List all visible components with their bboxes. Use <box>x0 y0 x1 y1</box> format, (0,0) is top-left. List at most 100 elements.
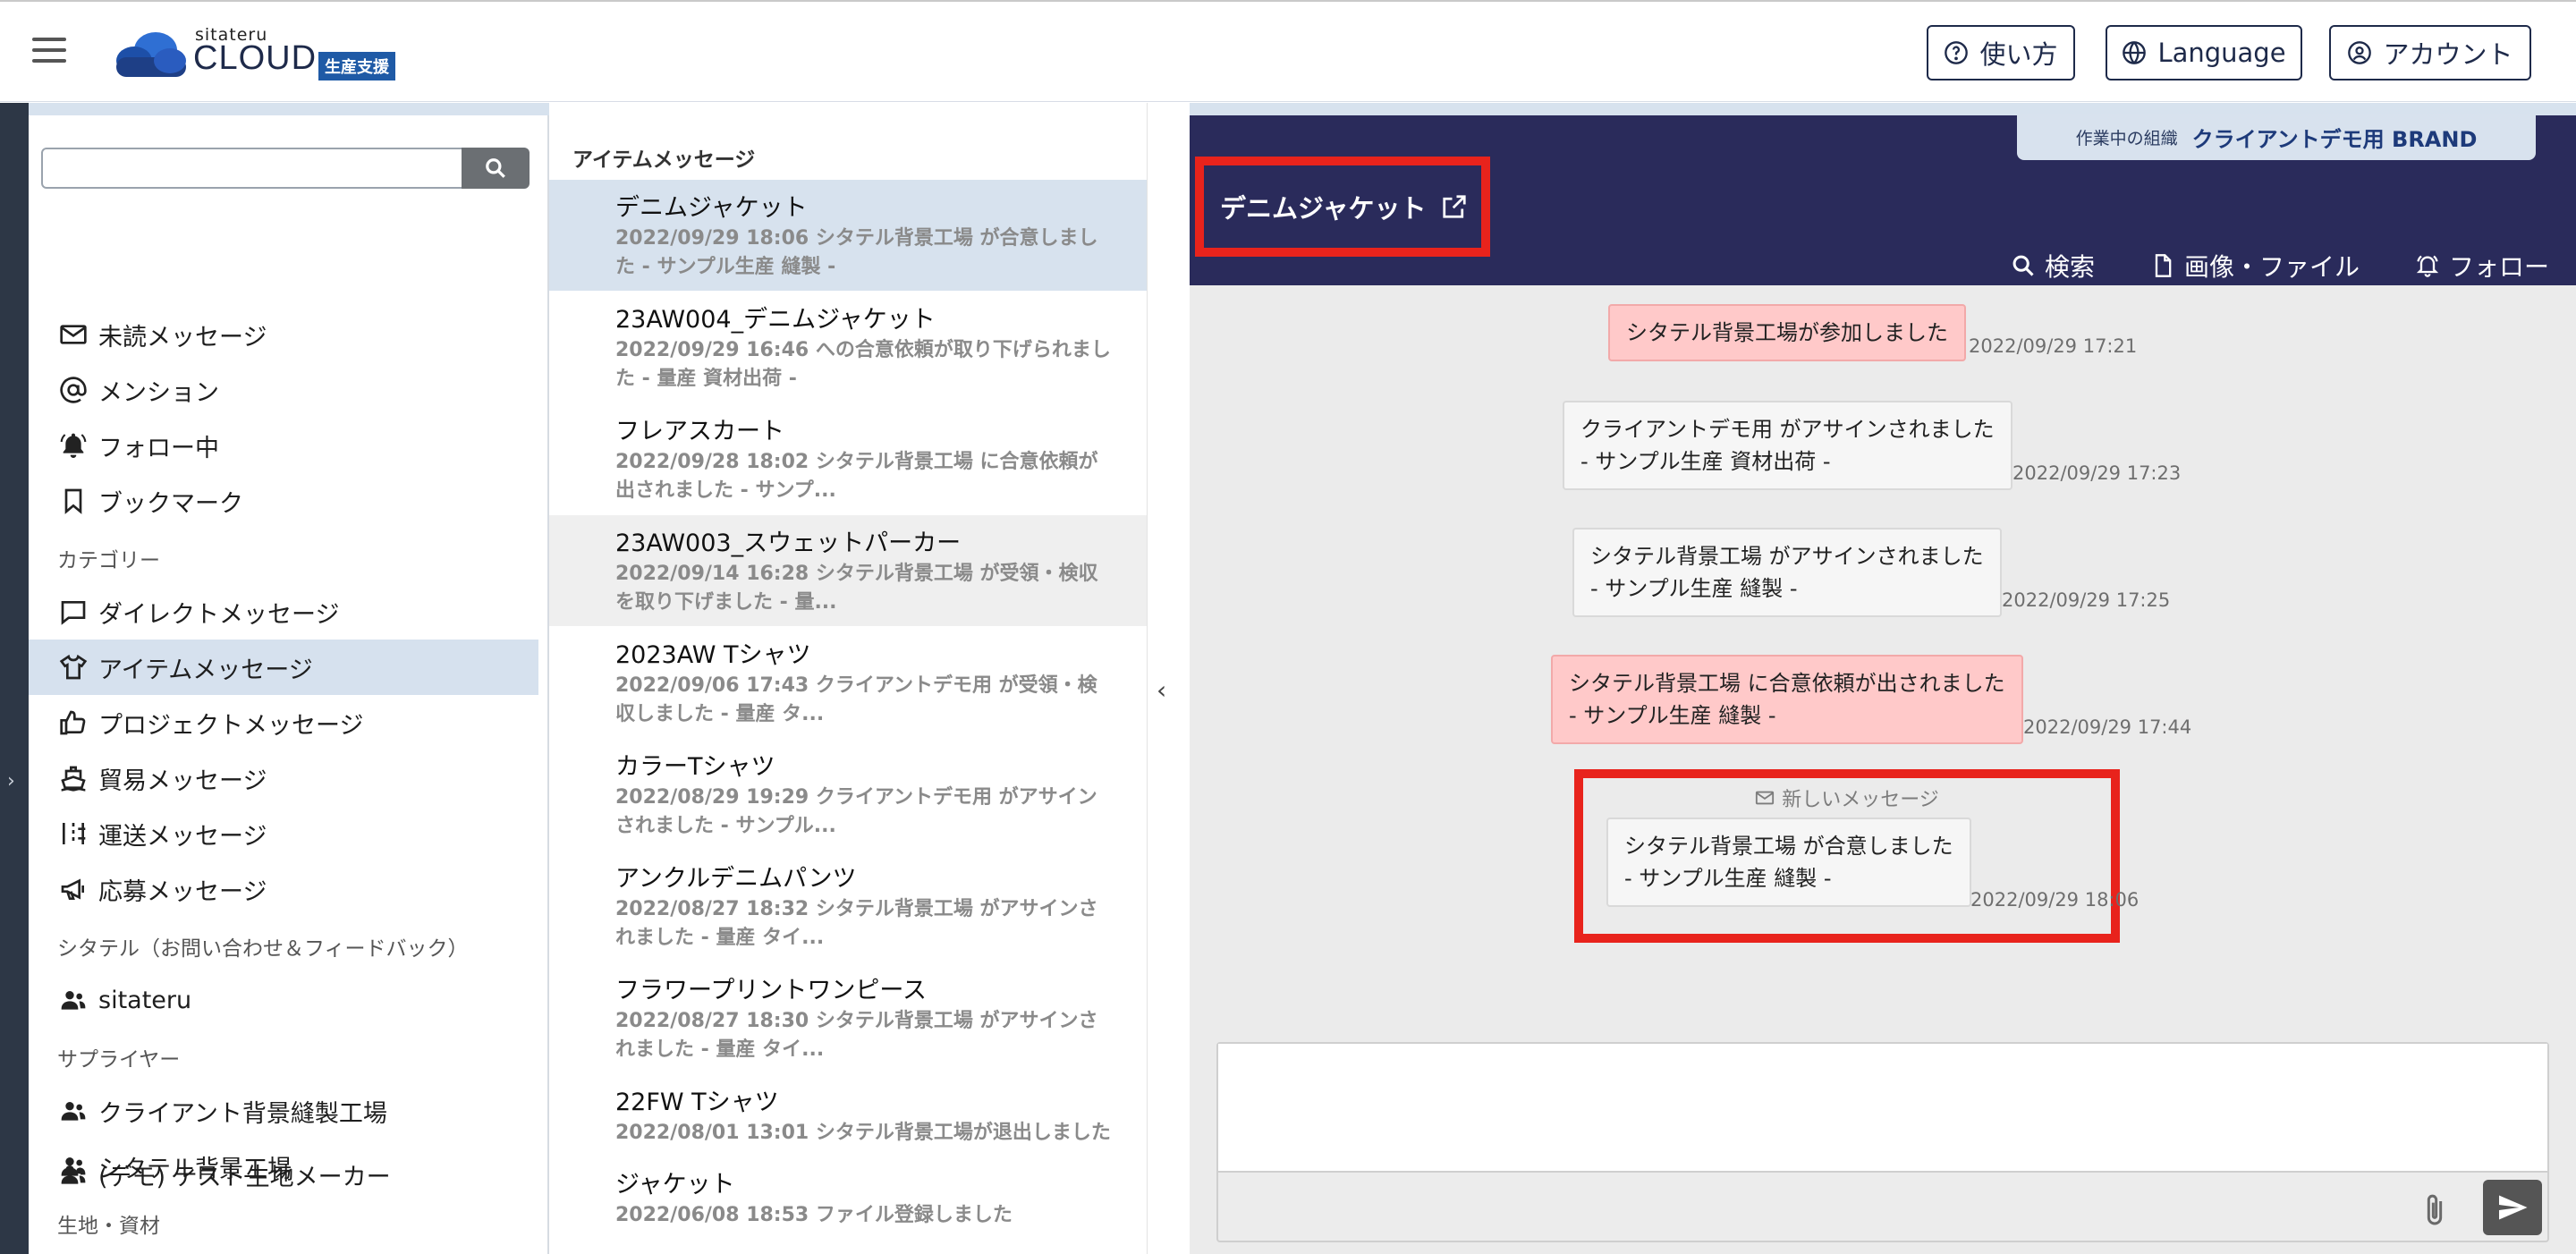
sidebar-top-bar <box>29 103 549 115</box>
list-item-title: 23AW004_デニムジャケット <box>615 306 936 334</box>
logo-badge: 生産支援 <box>318 52 395 80</box>
sidebar-item-bookmark[interactable]: ブックマーク <box>29 473 538 529</box>
chevron-right-icon[interactable]: › <box>7 770 15 792</box>
message-timestamp: 2022/09/29 17:25 <box>2002 589 2171 611</box>
users-icon <box>61 1102 86 1121</box>
message-input[interactable] <box>1218 1044 2547 1173</box>
send-icon <box>2499 1195 2528 1220</box>
list-item[interactable]: 2023AW Tシャツ 2022/09/06 17:43 クライアントデモ用 が… <box>549 627 1148 738</box>
list-item[interactable]: 23AW003_スウェットパーカー 2022/09/14 16:28 シタテル背… <box>549 515 1148 626</box>
supplier-heading: サプライヤー <box>57 1048 181 1072</box>
sidebar-item-label: アイテムメッセージ <box>98 656 313 684</box>
chat-message: シタテル背景工場が参加しました <box>1608 304 1966 361</box>
sidebar-item-label: クライアント背景縫製工場 <box>98 1099 387 1128</box>
list-collapse-handle[interactable]: ‹ <box>1147 103 1190 1254</box>
list-item[interactable]: カラーTシャツ 2022/08/29 19:29 クライアントデモ用 がアサイン… <box>549 739 1148 850</box>
sidebar-item-shipping-message[interactable]: 運送メッセージ <box>29 806 538 861</box>
sidebar-item-project-message[interactable]: プロジェクトメッセージ <box>29 695 538 750</box>
working-organization[interactable]: 作業中の組織 クライアントデモ用 BRAND <box>2017 114 2536 160</box>
message-text: シタテル背景工場が参加しました <box>1626 320 1948 345</box>
chat-files-button[interactable]: 画像・ファイル <box>2150 248 2360 284</box>
new-message-label: 新しいメッセージ <box>1782 789 1939 811</box>
sidebar-item-client-factory[interactable]: クライアント背景縫製工場 <box>29 1083 538 1139</box>
chat-message: シタテル背景工場 が合意しました - サンプル生産 縫製 - <box>1606 818 1971 907</box>
list-item-title: カラーTシャツ <box>615 753 775 781</box>
message-bubble: シタテル背景工場 がアサインされました - サンプル生産 縫製 - <box>1572 528 2002 617</box>
sidebar-item-trade-message[interactable]: 貿易メッセージ <box>29 750 538 806</box>
list-item[interactable]: フレアスカート 2022/09/28 18:02 シタテル背景工場 に合意依頼が… <box>549 403 1148 514</box>
message-text: シタテル背景工場 に合意依頼が出されました <box>1569 671 2005 696</box>
tshirt-icon <box>59 654 88 680</box>
list-item[interactable]: ジャケット 2022/06/08 18:53 ファイル登録しました <box>549 1157 1148 1246</box>
at-sign-icon <box>60 377 87 403</box>
list-item-title: アンクルデニムパンツ <box>615 865 857 893</box>
sidebar-item-following[interactable]: フォロー中 <box>29 418 538 473</box>
list-item-subtitle: 2022/09/14 16:28 シタテル背景工場 が受領・検収を取り下げました… <box>615 563 1098 614</box>
sidebar-item-item-message[interactable]: アイテムメッセージ <box>29 640 538 695</box>
chat-follow-button[interactable]: フォロー <box>2415 248 2549 284</box>
account-button-label: アカウント <box>2383 39 2513 70</box>
list-item[interactable]: アンクルデニムパンツ 2022/08/27 18:32 シタテル背景工場 がアサ… <box>549 851 1148 962</box>
message-composer <box>1216 1042 2549 1242</box>
speech-bubble-icon <box>61 601 86 625</box>
message-bubble: シタテル背景工場 が合意しました - サンプル生産 縫製 - <box>1606 818 1971 907</box>
route-icon <box>63 823 86 844</box>
chat-message: シタテル背景工場 に合意依頼が出されました - サンプル生産 縫製 - <box>1551 655 2023 744</box>
chat-search-button[interactable]: 検索 <box>2011 248 2095 284</box>
account-button[interactable]: アカウント <box>2329 25 2531 80</box>
message-timestamp: 2022/09/29 17:21 <box>1969 335 2138 357</box>
file-icon <box>2155 254 2172 277</box>
hamburger-menu-icon[interactable] <box>32 38 66 63</box>
sidebar-item-label: sitateru <box>98 986 192 1014</box>
list-item-subtitle: 2022/09/29 16:46 への合意依頼が取り下げられました - 量産 資… <box>615 339 1111 390</box>
sidebar-item-sitateru[interactable]: sitateru <box>29 972 538 1028</box>
sidebar: 未読メッセージ メンション フォロー中 ブックマーク カテゴリー ダイレクトメッ… <box>29 103 549 1254</box>
sidebar-item-test-fabric-maker[interactable]: (デモ) テスト生地メーカー <box>29 1147 538 1202</box>
list-item[interactable]: 23AW004_デニムジャケット 2022/09/29 16:46 への合意依頼… <box>549 292 1148 402</box>
chat-title[interactable]: デニムジャケット <box>1220 188 1427 225</box>
sidebar-item-application-message[interactable]: 応募メッセージ <box>29 861 538 917</box>
sidebar-item-unread[interactable]: 未読メッセージ <box>29 307 538 362</box>
list-item-subtitle: 2022/08/01 13:01 シタテル背景工場が退出しました <box>615 1122 1111 1144</box>
list-item-subtitle: 2022/08/27 18:32 シタテル背景工場 がアサインされました - 量… <box>615 898 1098 949</box>
sidebar-search-button[interactable] <box>462 148 530 189</box>
list-item-subtitle: 2022/08/27 18:30 シタテル背景工場 がアサインされました - 量… <box>615 1010 1098 1061</box>
external-link-icon[interactable] <box>1441 193 1468 220</box>
chat-pane: デニムジャケット 検索 画像・ファイル フォロー 作業中の組織 クライアントデモ… <box>1190 103 2576 1254</box>
sidebar-item-label: 貿易メッセージ <box>98 767 267 795</box>
help-button[interactable]: 使い方 <box>1927 25 2075 80</box>
list-item[interactable]: デニムジャケット 2022/09/29 18:06 シタテル背景工場 が合意しま… <box>549 180 1148 291</box>
list-item-title: 23AW003_スウェットパーカー <box>615 530 962 557</box>
message-text: - サンプル生産 資材出荷 - <box>1580 449 1831 474</box>
sidebar-item-mention[interactable]: メンション <box>29 362 538 418</box>
sidebar-item-label: フォロー中 <box>98 434 219 462</box>
sidebar-search <box>41 148 530 189</box>
sidebar-search-input[interactable] <box>41 148 463 189</box>
collapsed-left-strip[interactable]: › <box>0 103 29 1254</box>
new-message-divider: 新しいメッセージ <box>1583 784 2111 812</box>
chat-search-label: 検索 <box>2044 252 2095 282</box>
send-button[interactable] <box>2483 1180 2542 1235</box>
attach-button[interactable] <box>2417 1189 2453 1232</box>
users-icon <box>61 991 86 1010</box>
megaphone-icon <box>61 878 84 900</box>
language-button[interactable]: Language <box>2106 25 2302 80</box>
chevron-left-icon[interactable]: ‹ <box>1157 675 1166 705</box>
sidebar-item-label: 未読メッセージ <box>98 323 267 352</box>
support-heading: シタテル（お問い合わせ＆フィードバック） <box>57 937 469 961</box>
sitateru-cloud-logo[interactable]: sitateru CLOUD 生産支援 <box>111 25 415 80</box>
bell-ringing-icon <box>60 433 87 458</box>
list-item-subtitle: 2022/06/08 18:53 ファイル登録しました <box>615 1204 1013 1226</box>
ship-icon <box>61 766 86 792</box>
envelope-icon <box>60 325 87 344</box>
message-text: - サンプル生産 縫製 - <box>1624 866 1832 891</box>
list-item-title: ジャケット <box>615 1171 735 1199</box>
list-item[interactable]: 22FW Tシャツ 2022/08/01 13:01 シタテル背景工場が退出しま… <box>549 1074 1148 1155</box>
envelope-icon <box>1756 791 1775 805</box>
message-text: シタテル背景工場 が合意しました <box>1624 834 1953 859</box>
list-item[interactable]: フラワープリントワンピース 2022/08/27 18:30 シタテル背景工場 … <box>549 962 1148 1073</box>
chat-actions: 検索 画像・ファイル フォロー <box>2011 248 2549 284</box>
chat-follow-label: フォロー <box>2448 252 2549 282</box>
sidebar-item-direct-message[interactable]: ダイレクトメッセージ <box>29 584 538 640</box>
sidebar-item-label: メンション <box>98 378 219 407</box>
